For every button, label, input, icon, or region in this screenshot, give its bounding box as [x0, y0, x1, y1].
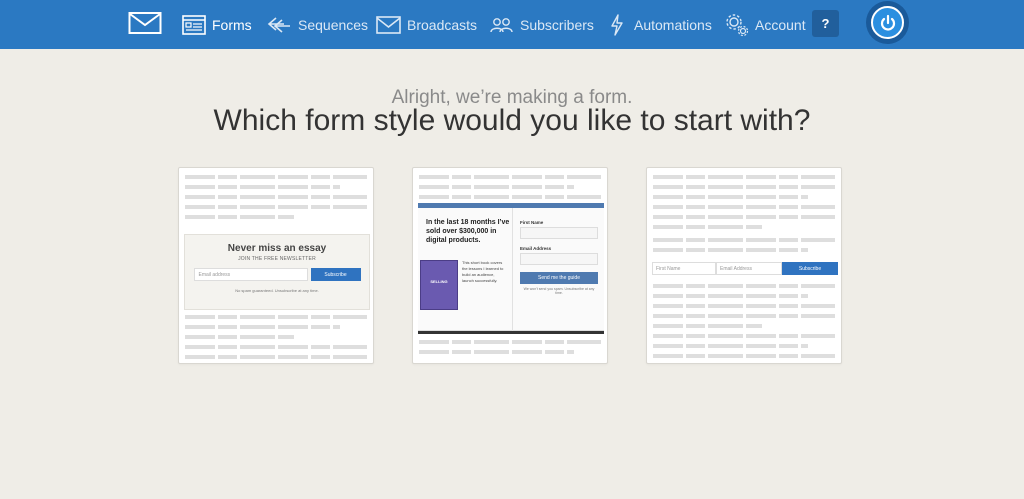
first-name-field-preview: First Name [652, 262, 716, 275]
form-style-card-minimal[interactable]: First Name Email Address Subscribe [646, 167, 842, 364]
placeholder-text-lines [419, 340, 601, 360]
top-nav: Forms Sequences Broadcasts Subscribers A… [0, 0, 1024, 49]
email-field-preview [520, 253, 598, 265]
first-name-label: First Name [520, 220, 544, 225]
email-field-preview: Email address [193, 268, 308, 281]
form-subheading: JOIN THE FREE NEWSLETTER [238, 256, 316, 262]
nav-label-automations: Automations [634, 16, 712, 33]
placeholder-text-lines [653, 284, 835, 363]
lightning-icon [609, 13, 625, 36]
landing-heading: In the last 18 months I’ve sold over $30… [426, 219, 510, 244]
nav-item-automations[interactable]: Automations [609, 0, 712, 49]
help-button[interactable]: ? [812, 10, 839, 37]
placeholder-text-lines [653, 238, 835, 258]
nav-item-forms[interactable]: Forms [182, 0, 252, 49]
form-fine-print: No spam guaranteed. Unsubscribe at any t… [235, 288, 319, 293]
placeholder-text-lines [185, 175, 367, 225]
divider [512, 208, 513, 331]
nav-item-broadcasts[interactable]: Broadcasts [376, 0, 477, 49]
form-style-card-landing[interactable]: In the last 18 months I’ve sold over $30… [412, 167, 608, 364]
subscribe-button-preview: Subscribe [782, 262, 838, 275]
footer-bar [418, 331, 604, 334]
nav-label-sequences: Sequences [298, 16, 369, 33]
placeholder-text-lines [419, 175, 601, 205]
book-cover-image: SELLING [420, 260, 458, 310]
form-fine-print: We won't send you spam. Unsubscribe at a… [523, 287, 595, 295]
email-field-preview: Email Address [716, 262, 782, 275]
subscribe-button-preview: Subscribe [310, 268, 361, 281]
envelope-icon [376, 15, 401, 34]
form-icon [182, 14, 206, 35]
book-blurb: This short book covers the lessons I lea… [462, 260, 504, 283]
send-guide-button-preview: Send me the guide [520, 272, 598, 284]
nav-label-subscribers: Subscribers [520, 16, 594, 33]
placeholder-text-lines [185, 315, 367, 363]
sequence-arrows-icon [266, 16, 292, 34]
power-button[interactable] [866, 1, 909, 44]
envelope-logo-icon[interactable] [128, 10, 162, 36]
book-title: SELLING [430, 279, 448, 284]
gears-icon [725, 13, 749, 37]
email-label: Email Address [520, 246, 552, 251]
landing-form-preview: In the last 18 months I’ve sold over $30… [418, 208, 604, 331]
placeholder-text-lines [653, 175, 835, 235]
inline-form-preview: Never miss an essay JOIN THE FREE NEWSLE… [184, 234, 370, 310]
form-heading: Never miss an essay [227, 243, 327, 254]
power-icon [871, 6, 904, 39]
nav-label-broadcasts: Broadcasts [407, 16, 478, 33]
nav-label-account: Account [755, 16, 806, 33]
nav-label-forms: Forms [212, 16, 252, 33]
people-icon [489, 16, 514, 34]
nav-item-subscribers[interactable]: Subscribers [489, 0, 594, 49]
nav-item-account[interactable]: Account [725, 0, 806, 49]
page-title: Which form style would you like to start… [213, 104, 811, 137]
minimal-form-preview: First Name Email Address Subscribe [652, 262, 838, 275]
first-name-field-preview [520, 227, 598, 239]
nav-item-sequences[interactable]: Sequences [266, 0, 368, 49]
form-style-card-inline[interactable]: Never miss an essay JOIN THE FREE NEWSLE… [178, 167, 374, 364]
